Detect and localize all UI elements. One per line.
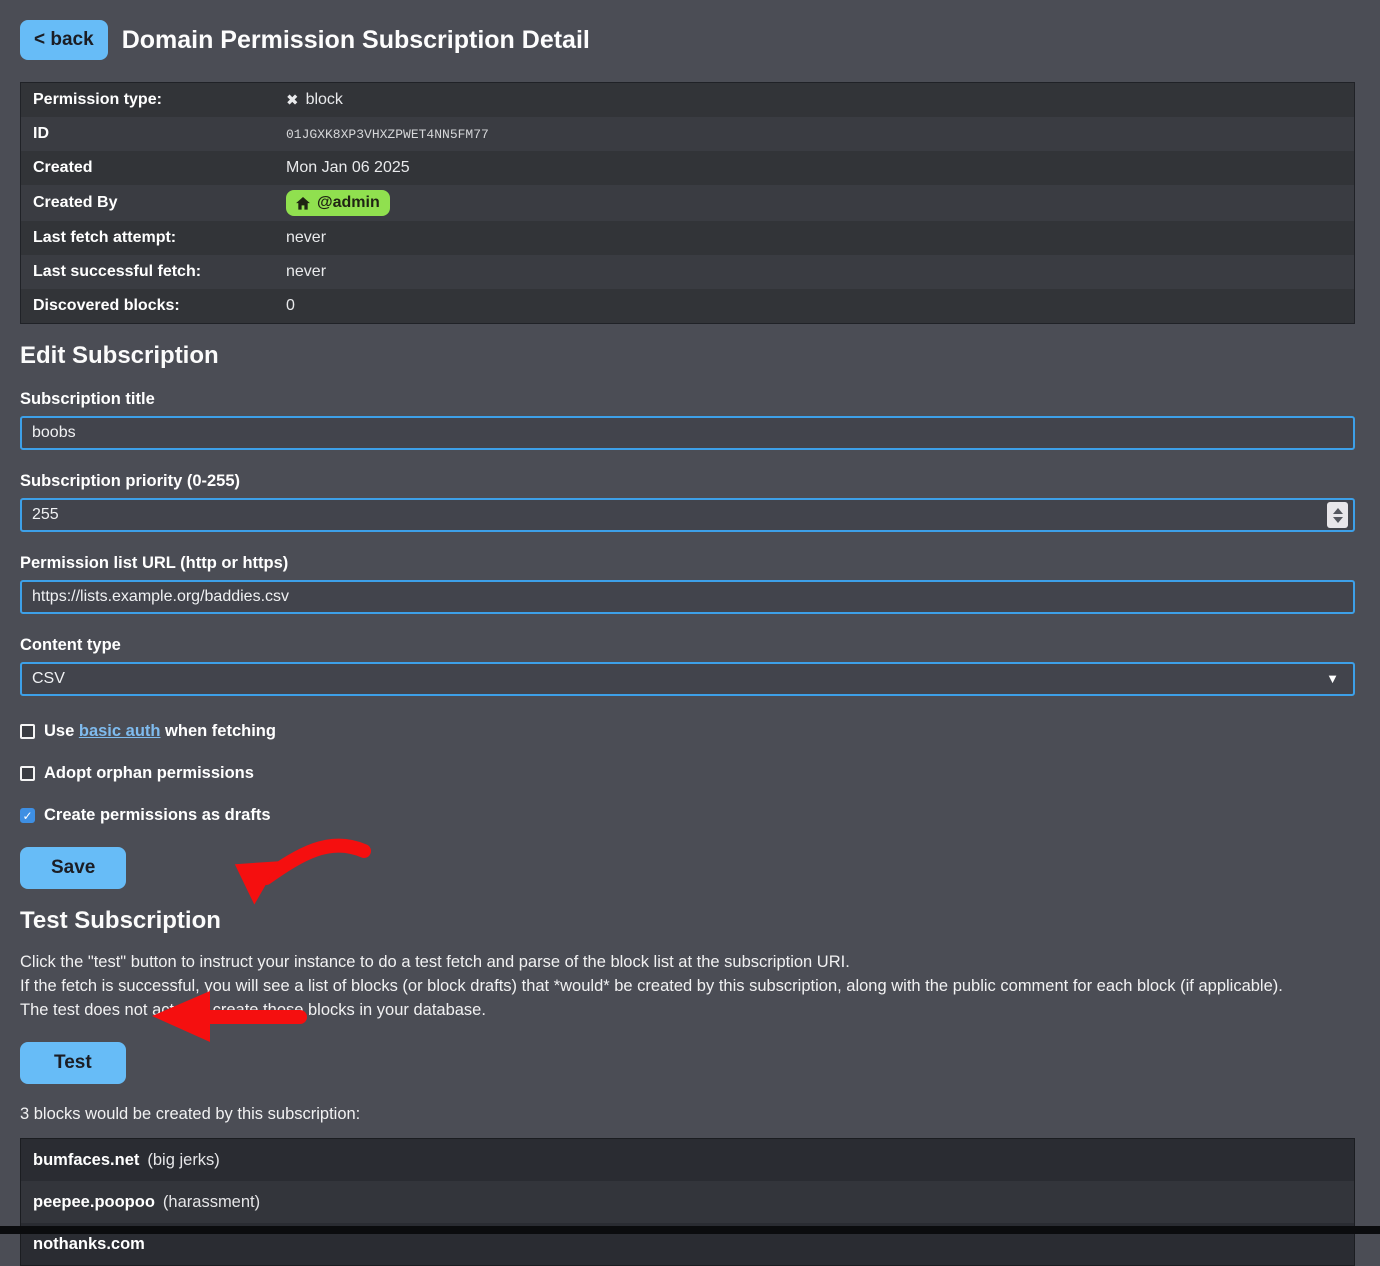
table-row: Discovered blocks: 0 xyxy=(21,289,1354,323)
main-content: < back Domain Permission Subscription De… xyxy=(0,0,1355,1266)
adopt-orphans-checkbox-label: Adopt orphan permissions xyxy=(44,764,254,783)
subscription-priority-label: Subscription priority (0-255) xyxy=(20,472,1355,491)
spinner-up-icon[interactable] xyxy=(1333,508,1343,514)
table-row: ID 01JGXK8XP3VHXZPWET4NN5FM77 xyxy=(21,117,1354,151)
permission-list-url-input[interactable] xyxy=(20,580,1355,614)
test-subscription-heading: Test Subscription xyxy=(20,907,1355,935)
block-result-list: bumfaces.net (big jerks) peepee.poopoo (… xyxy=(20,1138,1355,1266)
subscription-priority-input[interactable] xyxy=(20,498,1355,532)
row-label: Created By xyxy=(21,194,286,212)
row-label: ID xyxy=(21,125,286,143)
create-drafts-checkbox[interactable] xyxy=(20,808,35,823)
checkbox-row-adopt-orphans[interactable]: Adopt orphan permissions xyxy=(20,764,1355,783)
test-result-text: 3 blocks would be created by this subscr… xyxy=(20,1105,1355,1124)
content-type-label: Content type xyxy=(20,636,1355,655)
row-label: Discovered blocks: xyxy=(21,297,286,315)
test-description-line: If the fetch is successful, you will see… xyxy=(20,974,1355,998)
blocked-domain: bumfaces.net xyxy=(33,1151,139,1170)
subscription-title-label: Subscription title xyxy=(20,390,1355,409)
content-type-select[interactable]: CSV xyxy=(20,662,1355,696)
created-date-value: Mon Jan 06 2025 xyxy=(286,159,410,177)
row-label: Permission type: xyxy=(21,91,286,109)
test-description-line: The test does not actually create those … xyxy=(20,998,1355,1022)
save-button[interactable]: Save xyxy=(20,847,126,889)
last-successful-fetch-value: never xyxy=(286,263,326,281)
last-fetch-attempt-value: never xyxy=(286,229,326,247)
edit-subscription-heading: Edit Subscription xyxy=(20,342,1355,370)
home-icon xyxy=(296,197,310,210)
test-button[interactable]: Test xyxy=(20,1042,126,1084)
page-bottom-edge xyxy=(0,1226,1380,1234)
list-item: bumfaces.net (big jerks) xyxy=(21,1139,1354,1181)
x-mark-icon: ✖ xyxy=(286,91,299,109)
table-row: Last successful fetch: never xyxy=(21,255,1354,289)
row-value: ✖ block xyxy=(286,91,343,109)
permission-list-url-label: Permission list URL (http or https) xyxy=(20,554,1355,573)
row-label: Last successful fetch: xyxy=(21,263,286,281)
discovered-blocks-value: 0 xyxy=(286,297,295,315)
page-header: < back Domain Permission Subscription De… xyxy=(20,20,1355,60)
row-label: Created xyxy=(21,159,286,177)
basic-auth-checkbox-label: Use basic auth when fetching xyxy=(44,722,276,741)
page-title: Domain Permission Subscription Detail xyxy=(122,26,590,55)
table-row: Permission type: ✖ block xyxy=(21,83,1354,117)
number-spinner[interactable] xyxy=(1327,502,1348,528)
subscription-id-value: 01JGXK8XP3VHXZPWET4NN5FM77 xyxy=(286,127,489,142)
row-label: Last fetch attempt: xyxy=(21,229,286,247)
checkbox-row-create-drafts[interactable]: Create permissions as drafts xyxy=(20,806,1355,825)
table-row: Created Mon Jan 06 2025 xyxy=(21,151,1354,185)
blocked-domain: nothanks.com xyxy=(33,1235,145,1254)
row-value: @admin xyxy=(286,190,390,216)
spinner-down-icon[interactable] xyxy=(1333,517,1343,523)
basic-auth-link[interactable]: basic auth xyxy=(79,722,161,740)
table-row: Created By @admin xyxy=(21,185,1354,221)
test-description-line: Click the "test" button to instruct your… xyxy=(20,950,1355,974)
adopt-orphans-checkbox[interactable] xyxy=(20,766,35,781)
created-by-badge[interactable]: @admin xyxy=(286,190,390,216)
subscription-title-input[interactable] xyxy=(20,416,1355,450)
table-row: Last fetch attempt: never xyxy=(21,221,1354,255)
create-drafts-checkbox-label: Create permissions as drafts xyxy=(44,806,271,825)
block-comment: (big jerks) xyxy=(147,1151,219,1170)
content-type-selected-value: CSV xyxy=(32,670,65,688)
subscription-detail-table: Permission type: ✖ block ID 01JGXK8XP3VH… xyxy=(20,82,1355,324)
blocked-domain: peepee.poopoo xyxy=(33,1193,155,1212)
created-by-username: @admin xyxy=(317,194,380,212)
list-item: peepee.poopoo (harassment) xyxy=(21,1181,1354,1223)
block-comment: (harassment) xyxy=(163,1193,260,1212)
back-button[interactable]: < back xyxy=(20,20,108,60)
permission-type-value: block xyxy=(306,91,343,109)
basic-auth-checkbox[interactable] xyxy=(20,724,35,739)
checkbox-row-basic-auth[interactable]: Use basic auth when fetching xyxy=(20,722,1355,741)
test-description: Click the "test" button to instruct your… xyxy=(20,950,1355,1022)
